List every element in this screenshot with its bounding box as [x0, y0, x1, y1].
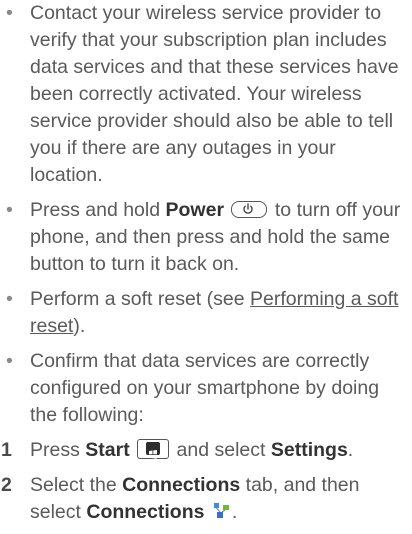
item-text: Contact your wireless service provider t… — [30, 2, 399, 186]
document-body: • Contact your wireless service provider… — [0, 0, 412, 534]
power-icon — [231, 201, 268, 218]
step-text-post: . — [347, 439, 354, 461]
step-item: 2 Select the Connections tab, and then s… — [0, 472, 412, 526]
item-text-pre: Press and hold — [30, 199, 166, 221]
list-item: • Contact your wireless service provider… — [0, 0, 412, 189]
bullet: • — [6, 199, 13, 221]
list-item: • Confirm that data services are correct… — [0, 348, 412, 429]
bullet: • — [6, 350, 13, 372]
step-text-pre: Press — [30, 439, 86, 461]
step-text-post: . — [231, 501, 238, 523]
bullet: • — [6, 2, 13, 24]
settings-label: Settings — [270, 439, 348, 461]
list-item: • Perform a soft reset (see Performing a… — [0, 286, 412, 340]
item-text-pre: Perform a soft reset (see — [30, 288, 250, 310]
step-item: 1 Press Start and select Settings. — [0, 437, 412, 464]
bullet: • — [6, 288, 13, 310]
step-number: 1 — [1, 439, 12, 461]
step-number: 2 — [1, 474, 12, 496]
item-text: Confirm that data services are correctly… — [30, 350, 380, 426]
connections-tab-label: Connections — [122, 474, 241, 496]
connections-icon — [212, 501, 232, 519]
list-item: • Press and hold Power to turn off your … — [0, 197, 412, 278]
start-label: Start — [85, 439, 130, 461]
windows-start-icon — [137, 439, 170, 459]
connections-label: Connections — [86, 501, 205, 523]
step-text-pre: Select the — [30, 474, 123, 496]
item-text-post: ). — [73, 315, 86, 337]
power-label: Power — [165, 199, 225, 221]
step-text-mid: and select — [171, 439, 271, 461]
